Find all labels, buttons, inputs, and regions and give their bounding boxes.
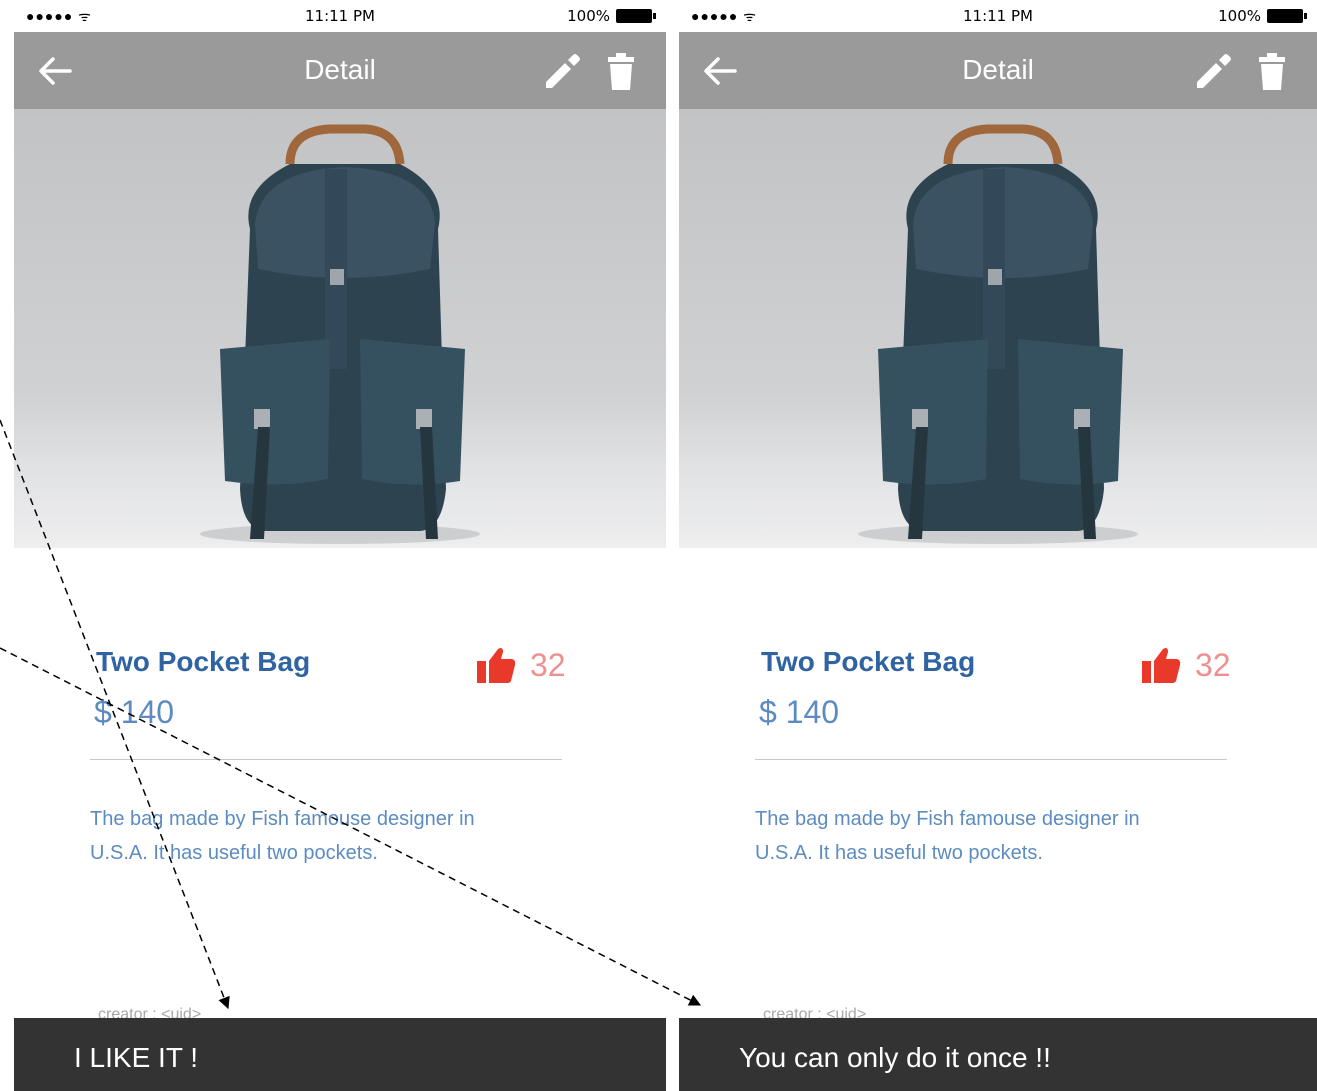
battery-indicator: 100%	[567, 7, 656, 25]
backpack-illustration	[858, 124, 1138, 544]
divider	[90, 759, 562, 760]
status-bar: ●●●●● ᯤ 11:11 PM 100%	[14, 0, 666, 32]
like-button[interactable]: 32	[476, 645, 566, 685]
battery-icon	[616, 9, 656, 23]
app-bar: Detail	[679, 32, 1317, 109]
delete-button[interactable]	[604, 52, 638, 92]
product-image	[679, 109, 1317, 548]
thumbs-up-icon	[477, 648, 516, 683]
pencil-icon	[546, 54, 580, 88]
phone-screen-like: ●●●●● ᯤ 11:11 PM 100% Detail Two Pocket …	[14, 0, 666, 1091]
divider	[755, 759, 1227, 760]
like-count: 32	[1195, 646, 1231, 683]
thumbs-up-icon	[1142, 648, 1181, 683]
product-description: The bag made by Fish famouse designer in…	[90, 808, 475, 864]
product-title: Two Pocket Bag	[761, 646, 976, 677]
edit-button[interactable]	[1193, 52, 1233, 92]
product-price: $ 140	[94, 694, 175, 730]
like-button[interactable]: 32	[1141, 645, 1231, 685]
battery-indicator: 100%	[1218, 7, 1307, 25]
like-count: 32	[530, 646, 566, 683]
backpack-illustration	[200, 124, 480, 544]
pencil-icon	[1197, 54, 1231, 88]
battery-icon	[1267, 9, 1307, 23]
app-bar: Detail	[14, 32, 666, 109]
product-price: $ 140	[759, 694, 840, 730]
status-bar: ●●●●● ᯤ 11:11 PM 100%	[679, 0, 1317, 32]
edit-button[interactable]	[542, 52, 582, 92]
trash-icon	[608, 53, 634, 90]
delete-button[interactable]	[1255, 52, 1289, 92]
snackbar-message: You can only do it once !!	[739, 1042, 1051, 1073]
snackbar: You can only do it once !!	[679, 1018, 1317, 1091]
phone-screen-already-liked: ●●●●● ᯤ 11:11 PM 100% Detail Two Pocket …	[679, 0, 1317, 1091]
product-description: The bag made by Fish famouse designer in…	[755, 808, 1140, 864]
product-title: Two Pocket Bag	[96, 646, 311, 677]
snackbar: I LIKE IT !	[14, 1018, 666, 1091]
snackbar-message: I LIKE IT !	[74, 1042, 198, 1073]
trash-icon	[1259, 53, 1285, 90]
product-image	[14, 109, 666, 548]
